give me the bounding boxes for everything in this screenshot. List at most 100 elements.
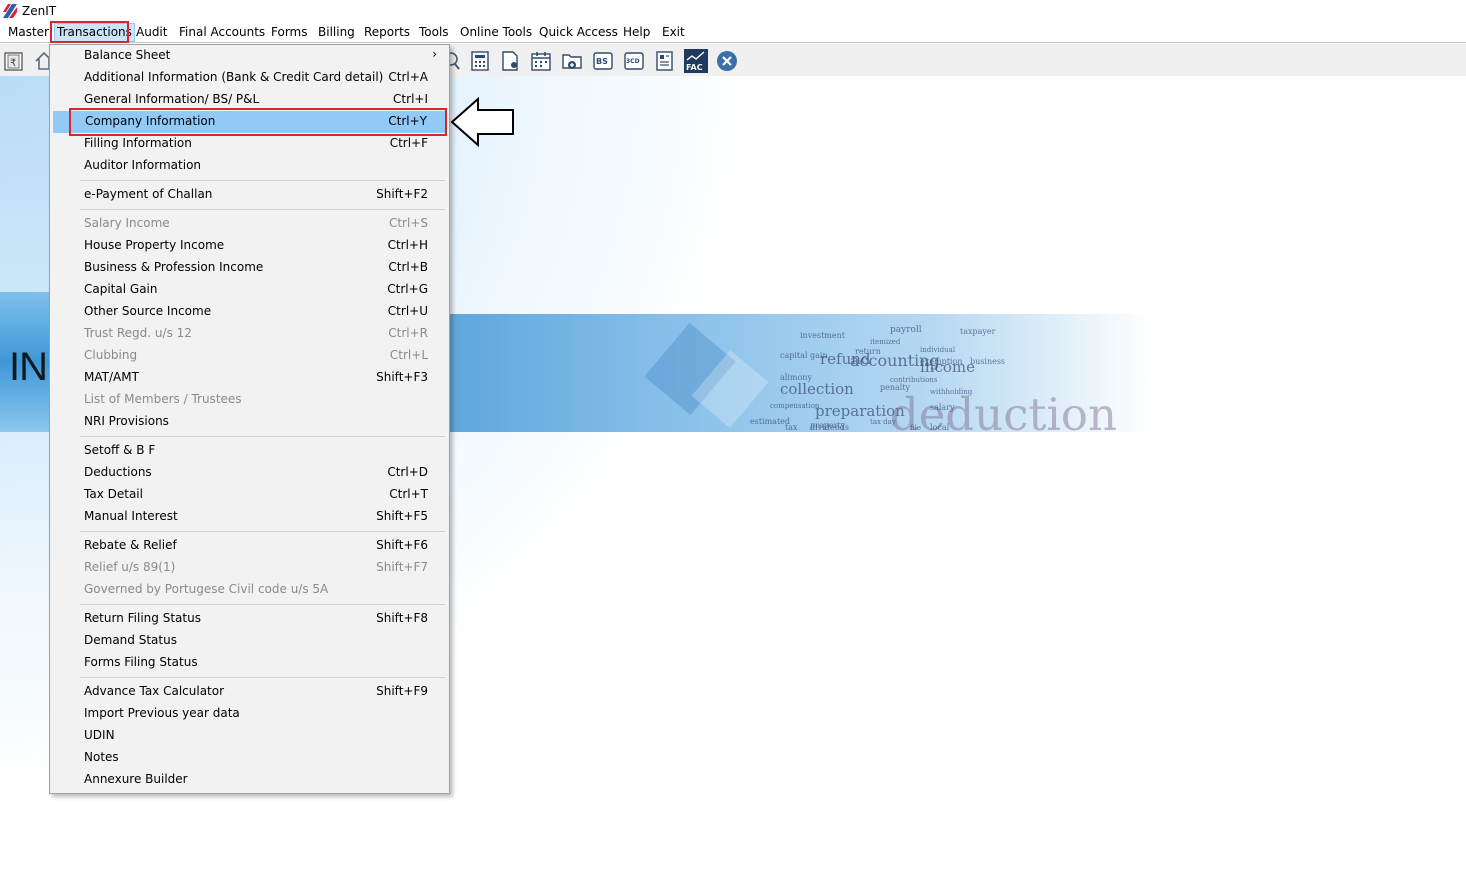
menu-exit[interactable]: Exit — [660, 23, 687, 42]
menu-audit[interactable]: Audit — [134, 23, 169, 42]
menu-item-label: General Information/ BS/ P&L — [84, 92, 260, 106]
menu-item-shortcut: Shift+F7 — [376, 560, 428, 574]
menu-item-label: Salary Income — [84, 216, 170, 230]
menu-item-udin[interactable]: UDIN — [52, 725, 447, 747]
menu-item-label: Advance Tax Calculator — [84, 684, 225, 698]
menu-item-label: Trust Regd. u/s 12 — [84, 326, 192, 340]
menu-master[interactable]: Master — [6, 23, 51, 42]
folder-add-icon[interactable] — [561, 50, 583, 72]
menu-item-capital-gain[interactable]: Capital Gain Ctrl+G — [52, 279, 447, 301]
pointer-arrow-icon — [450, 97, 514, 147]
menu-separator — [80, 209, 445, 210]
menu-help[interactable]: Help — [621, 23, 652, 42]
menu-item-salary-income[interactable]: Salary Income Ctrl+S — [52, 213, 447, 235]
menu-forms[interactable]: Forms — [269, 23, 309, 42]
wordcloud-word: estimated — [750, 417, 790, 426]
menu-item-shortcut: Shift+F3 — [376, 370, 428, 384]
menu-billing[interactable]: Billing — [316, 23, 357, 42]
menu-item-list-of-members-trustees[interactable]: List of Members / Trustees — [52, 389, 447, 411]
menu-item-balance-sheet[interactable]: Balance Sheet › — [52, 45, 447, 67]
menu-item-import-previous-year-data[interactable]: Import Previous year data — [52, 703, 447, 725]
menu-item-label: Filling Information — [84, 136, 192, 150]
menu-item-mat-amt[interactable]: MAT/AMT Shift+F3 — [52, 367, 447, 389]
menu-item-annexure-builder[interactable]: Annexure Builder — [52, 769, 447, 791]
menu-item-setoff-b-f[interactable]: Setoff & B F — [52, 440, 447, 462]
menu-item-shortcut: Ctrl+G — [387, 282, 428, 296]
menu-item-e-payment-of-challan[interactable]: e-Payment of Challan Shift+F2 — [52, 184, 447, 206]
menu-item-shortcut: Shift+F2 — [376, 187, 428, 201]
wordcloud-word: compensation — [770, 402, 820, 410]
menu-item-label: Company Information — [85, 114, 216, 128]
svg-text:BS: BS — [596, 57, 608, 66]
rupee-book-icon[interactable]: ₹ — [3, 50, 25, 72]
menu-item-auditor-information[interactable]: Auditor Information — [52, 155, 447, 177]
wordcloud-word: withholding — [930, 388, 973, 396]
menu-item-label: Balance Sheet — [84, 48, 171, 62]
menu-separator — [80, 604, 445, 605]
menu-item-shortcut: Ctrl+F — [389, 136, 428, 150]
menu-item-label: UDIN — [84, 728, 115, 742]
tax-wordcloud-image: payroll taxpayerinvestmentitemizedaccount… — [644, 322, 1117, 432]
report-icon[interactable] — [654, 50, 676, 72]
menu-item-advance-tax-calculator[interactable]: Advance Tax Calculator Shift+F9 — [52, 681, 447, 703]
window-title: ZenIT — [22, 4, 57, 18]
wordcloud-word: tax day — [870, 418, 896, 426]
menu-item-company-information[interactable]: Company Information Ctrl+Y — [53, 111, 446, 133]
menu-item-manual-interest[interactable]: Manual Interest Shift+F5 — [52, 506, 447, 528]
menu-item-label: Annexure Builder — [84, 772, 188, 786]
bs-icon[interactable]: BS — [592, 50, 614, 72]
svg-text:₹: ₹ — [10, 58, 16, 69]
menu-item-rebate-relief[interactable]: Rebate & Relief Shift+F6 — [52, 535, 447, 557]
menu-item-governed-by-portugese-civil-code-u-s-5a[interactable]: Governed by Portugese Civil code u/s 5A — [52, 579, 447, 601]
wordcloud-word: itemized — [870, 338, 901, 346]
menu-reports[interactable]: Reports — [362, 23, 412, 42]
menu-online-tools[interactable]: Online Tools — [458, 23, 534, 42]
menu-item-shortcut: Ctrl+U — [387, 304, 428, 318]
menu-quick-access[interactable]: Quick Access — [537, 23, 620, 42]
menu-item-label: Manual Interest — [84, 509, 178, 523]
menu-item-other-source-income[interactable]: Other Source Income Ctrl+U — [52, 301, 447, 323]
menu-item-relief-u-s-89-1[interactable]: Relief u/s 89(1) Shift+F7 — [52, 557, 447, 579]
menu-item-demand-status[interactable]: Demand Status — [52, 630, 447, 652]
fac-icon[interactable]: FAC — [684, 49, 708, 73]
menu-item-notes[interactable]: Notes — [52, 747, 447, 769]
menu-final-accounts[interactable]: Final Accounts — [177, 23, 267, 42]
document-user-icon[interactable] — [499, 50, 521, 72]
menu-item-label: Setoff & B F — [84, 443, 156, 457]
calendar-icon[interactable] — [530, 50, 552, 72]
menu-item-nri-provisions[interactable]: NRI Provisions — [52, 411, 447, 433]
menu-separator — [80, 531, 445, 532]
menu-separator — [80, 677, 445, 678]
menu-item-shortcut: Ctrl+Y — [388, 114, 427, 128]
menu-item-general-information-bs-p-l[interactable]: General Information/ BS/ P&L Ctrl+I — [52, 89, 447, 111]
wordcloud-word: file — [910, 424, 921, 432]
menu-item-return-filing-status[interactable]: Return Filing Status Shift+F8 — [52, 608, 447, 630]
menu-item-house-property-income[interactable]: House Property Income Ctrl+H — [52, 235, 447, 257]
calculator-icon[interactable] — [469, 50, 491, 72]
3cd-icon[interactable]: 3CD — [623, 50, 645, 72]
menu-item-forms-filing-status[interactable]: Forms Filing Status — [52, 652, 447, 674]
wordcloud-word: taxpayer — [960, 327, 996, 336]
menu-item-label: List of Members / Trustees — [84, 392, 242, 406]
close-circle-icon[interactable] — [716, 50, 738, 72]
menu-item-clubbing[interactable]: Clubbing Ctrl+L — [52, 345, 447, 367]
menu-item-business-profession-income[interactable]: Business & Profession Income Ctrl+B — [52, 257, 447, 279]
menu-item-deductions[interactable]: Deductions Ctrl+D — [52, 462, 447, 484]
wordcloud-word: local — [930, 423, 950, 432]
menu-item-label: Deductions — [84, 465, 152, 479]
menu-item-shortcut: Shift+F9 — [376, 684, 428, 698]
menu-item-additional-information-bank-credit-card-detail[interactable]: Additional Information (Bank & Credit Ca… — [52, 67, 447, 89]
menu-tools[interactable]: Tools — [417, 23, 451, 42]
wordcloud-word: salary — [930, 403, 955, 412]
menu-item-tax-detail[interactable]: Tax Detail Ctrl+T — [52, 484, 447, 506]
menu-item-label: Demand Status — [84, 633, 177, 647]
menu-item-label: Tax Detail — [84, 487, 143, 501]
menu-item-label: Relief u/s 89(1) — [84, 560, 176, 574]
menu-item-filling-information[interactable]: Filling Information Ctrl+F — [52, 133, 447, 155]
submenu-chevron-icon: › — [432, 47, 437, 61]
menu-transactions[interactable]: Transactions — [54, 23, 135, 42]
wordcloud-word: collection — [780, 380, 854, 398]
menu-item-label: Clubbing — [84, 348, 138, 362]
menu-item-trust-regd-u-s-12[interactable]: Trust Regd. u/s 12 Ctrl+R — [52, 323, 447, 345]
wordcloud-word: business — [970, 357, 1005, 366]
